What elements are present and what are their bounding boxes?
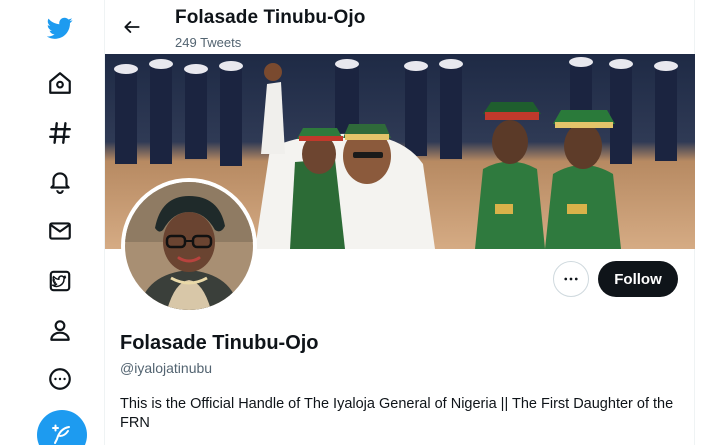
profile-person-icon[interactable] <box>41 311 79 349</box>
follow-button[interactable]: Follow <box>598 261 678 297</box>
twitter-blue-icon[interactable] <box>41 262 79 300</box>
more-circle-icon[interactable] <box>41 360 79 398</box>
twitter-logo-icon[interactable] <box>41 9 79 47</box>
header-tweet-count: 249 Tweets <box>175 35 242 50</box>
home-icon[interactable] <box>41 64 79 102</box>
ellipsis-icon <box>564 277 578 281</box>
profile-bio: This is the Official Handle of The Iyalo… <box>120 396 674 431</box>
back-button[interactable] <box>117 12 147 42</box>
profile-avatar[interactable] <box>121 178 257 314</box>
left-nav-rail <box>0 0 105 445</box>
messages-envelope-icon[interactable] <box>41 212 79 250</box>
header-display-name: Folasade Tinubu-Ojo <box>175 7 366 28</box>
notifications-bell-icon[interactable] <box>41 162 79 200</box>
profile-display-name: Folasade Tinubu-Ojo <box>120 332 319 354</box>
profile-column: Folasade Tinubu-Ojo 249 Tweets Follow Fo… <box>105 0 695 445</box>
more-options-button[interactable] <box>553 261 589 297</box>
arrow-left-icon <box>124 21 140 33</box>
compose-tweet-button[interactable] <box>37 410 87 445</box>
feather-plus-icon <box>52 424 70 444</box>
profile-handle: @iyalojatinubu <box>120 360 213 376</box>
explore-hashtag-icon[interactable] <box>41 114 79 152</box>
profile-header-bar: Folasade Tinubu-Ojo 249 Tweets <box>105 0 695 53</box>
